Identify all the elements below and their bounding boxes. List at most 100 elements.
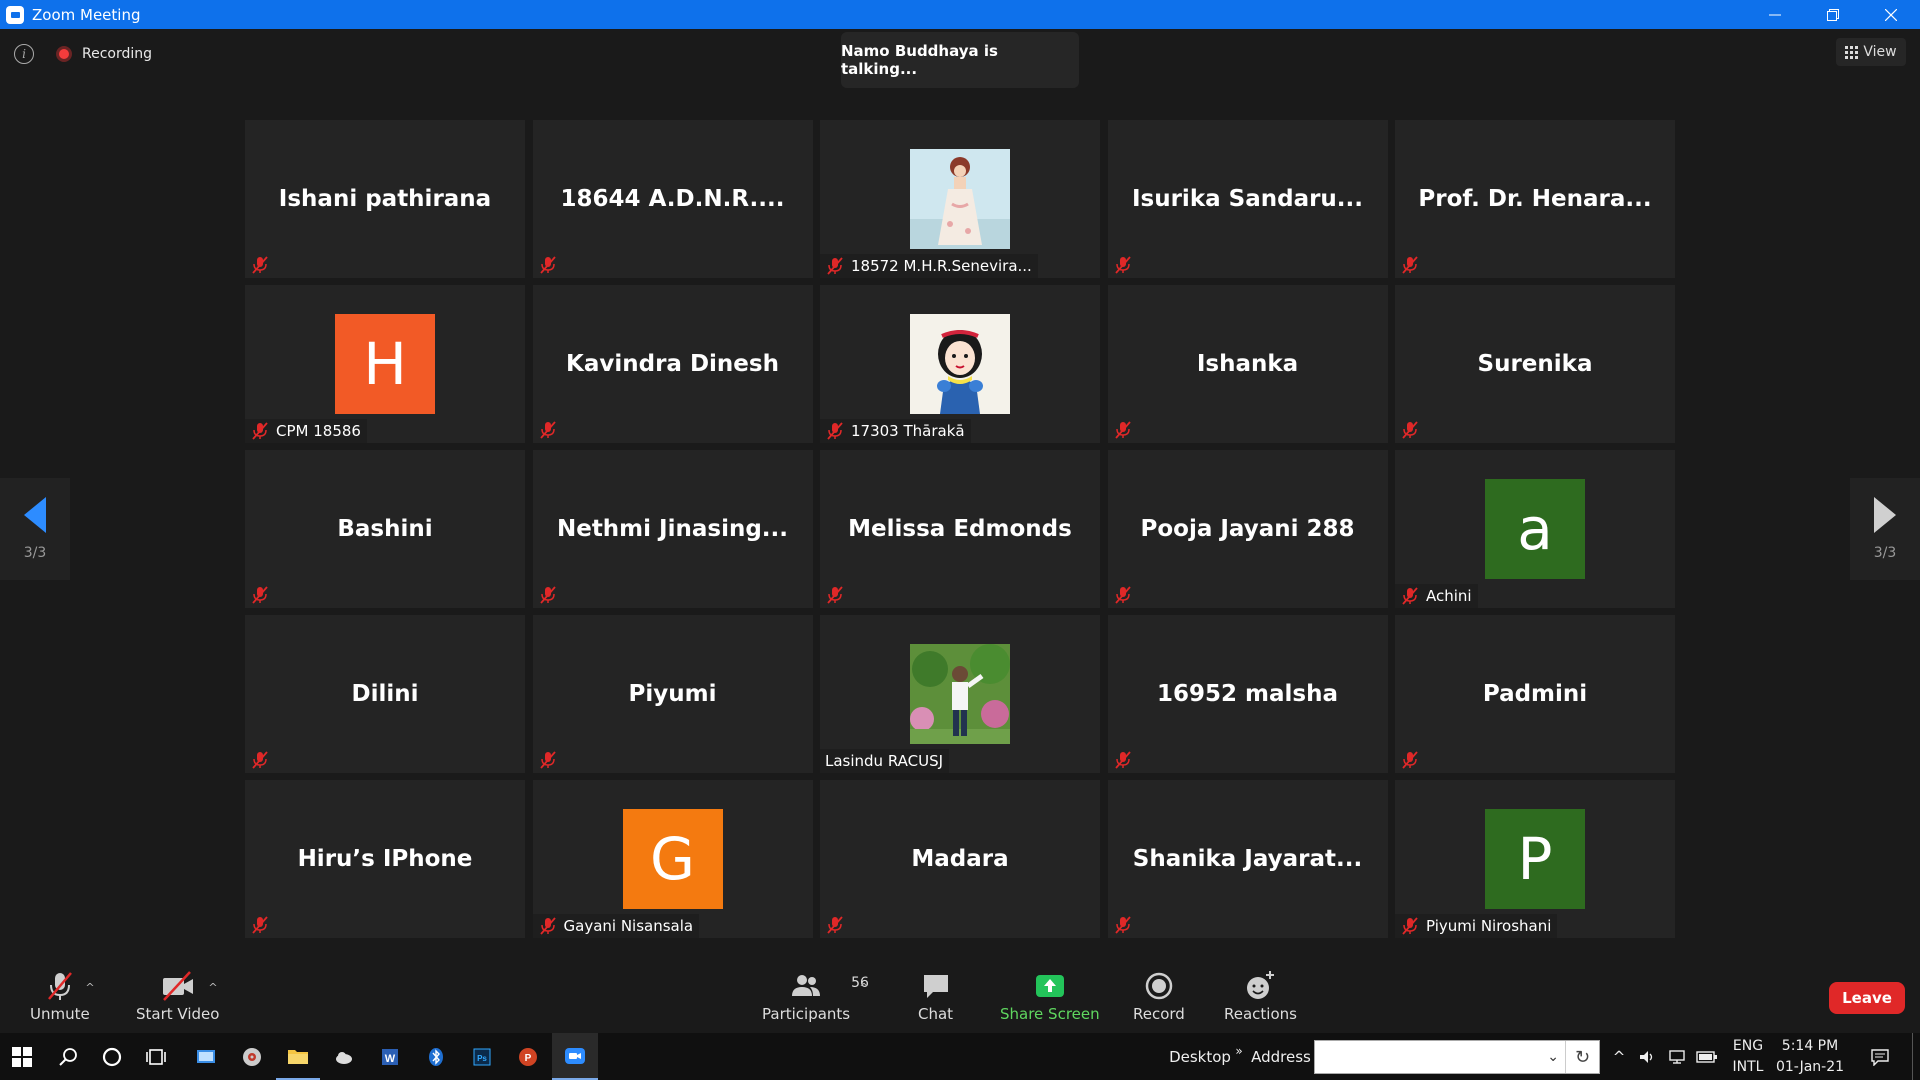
recording-label: Recording	[82, 46, 153, 62]
participant-tile[interactable]: Prof. Dr. Henara...	[1395, 120, 1675, 278]
share-screen-icon	[1035, 975, 1064, 997]
participant-tile[interactable]: 16952 malsha	[1107, 615, 1388, 773]
participant-tile[interactable]: Padmini	[1395, 615, 1675, 773]
address-input[interactable]: ⌄ ↻	[1314, 1040, 1600, 1074]
participant-name: Madara	[911, 846, 1009, 872]
action-center-button[interactable]	[1860, 1033, 1900, 1080]
muted-microphone-icon	[252, 586, 268, 604]
participant-tile[interactable]: P Piyumi Niroshani	[1395, 780, 1675, 938]
participant-name: CPM 18586	[276, 422, 361, 440]
taskbar-app-media[interactable]	[230, 1033, 274, 1080]
battery-icon	[1696, 1050, 1717, 1063]
windows-taskbar: W Ps P Desktop » Address ⌄ ↻ ^ ENG INTL …	[0, 1033, 1920, 1080]
previous-page-button[interactable]: 3/3	[0, 478, 70, 580]
battery-button[interactable]	[1694, 1033, 1720, 1080]
windows-logo-icon	[12, 1046, 32, 1067]
chevron-down-icon[interactable]: ⌄	[1547, 1049, 1559, 1065]
share-screen-button[interactable]: Share Screen	[1000, 969, 1100, 1023]
taskbar-app-bluetooth[interactable]	[414, 1033, 458, 1080]
participant-tile[interactable]: 18572 M.H.R.Senevira...	[820, 120, 1100, 278]
taskbar-clock[interactable]: 5:14 PM 01-Jan-21	[1770, 1036, 1850, 1078]
participant-tile[interactable]: Madara	[820, 780, 1100, 938]
participant-tile[interactable]: Dilini	[245, 615, 525, 773]
start-button[interactable]	[0, 1033, 44, 1080]
arrow-left-icon	[24, 497, 46, 533]
taskbar-app-file-explorer[interactable]	[276, 1033, 320, 1080]
participant-name-tag: 18572 M.H.R.Senevira...	[820, 254, 1038, 278]
minimize-icon	[1769, 14, 1781, 15]
start-video-label: Start Video	[136, 1005, 220, 1023]
participant-name: Dilini	[351, 681, 419, 707]
minimize-button[interactable]	[1746, 0, 1804, 29]
unmute-button[interactable]: Unmute	[30, 969, 90, 1023]
chat-button[interactable]: Chat	[918, 969, 953, 1023]
refresh-icon[interactable]: ↻	[1565, 1041, 1599, 1073]
record-button[interactable]: Record	[1133, 969, 1185, 1023]
taskbar-app-photoshop[interactable]: Ps	[460, 1033, 504, 1080]
address-label: Address	[1251, 1047, 1311, 1066]
leave-button[interactable]: Leave	[1829, 982, 1905, 1014]
participant-tile[interactable]: Isurika Sandaru...	[1107, 120, 1388, 278]
muted-microphone-icon	[1114, 751, 1131, 769]
participant-tile[interactable]: Piyumi	[532, 615, 813, 773]
participant-tile[interactable]: Melissa Edmonds	[820, 450, 1100, 608]
muted-microphone-icon	[539, 751, 556, 769]
network-icon	[1669, 1049, 1685, 1064]
taskbar-app-zoom[interactable]	[552, 1033, 598, 1080]
participant-tile[interactable]: Shanika Jayarat...	[1107, 780, 1388, 938]
participant-tile[interactable]: Pooja Jayani 288	[1107, 450, 1388, 608]
show-hidden-icons-button[interactable]: ^	[1606, 1033, 1632, 1080]
reactions-button[interactable]: Reactions	[1224, 969, 1297, 1023]
volume-button[interactable]	[1634, 1033, 1660, 1080]
participant-name: Gayani Nisansala	[563, 917, 694, 935]
participant-tile[interactable]: G Gayani Nisansala	[532, 780, 813, 938]
task-view-button[interactable]	[134, 1033, 178, 1080]
muted-microphone-icon	[252, 422, 268, 440]
meeting-info-icon[interactable]: i	[14, 44, 34, 64]
svg-text:P: P	[525, 1053, 532, 1064]
page-indicator-right: 3/3	[1873, 545, 1897, 561]
powerpoint-icon: P	[519, 1047, 537, 1066]
network-button[interactable]	[1664, 1033, 1690, 1080]
taskbar-app-weather[interactable]	[322, 1033, 366, 1080]
show-desktop-button[interactable]	[1912, 1033, 1920, 1080]
participant-tile[interactable]: Surenika	[1395, 285, 1675, 443]
taskbar-app-word[interactable]: W	[368, 1033, 412, 1080]
participant-name: Kavindra Dinesh	[566, 351, 779, 377]
restore-button[interactable]	[1804, 0, 1862, 29]
participant-tile[interactable]: Ishani pathirana	[245, 120, 525, 278]
participant-tile[interactable]: H CPM 18586	[245, 285, 525, 443]
photoshop-icon: Ps	[473, 1048, 491, 1065]
cortana-button[interactable]	[90, 1033, 134, 1080]
participants-button[interactable]: 56 Participants	[762, 969, 869, 1023]
participant-tile[interactable]: 18644 A.D.N.R....	[532, 120, 813, 278]
input-language-indicator[interactable]: ENG INTL	[1728, 1036, 1768, 1078]
muted-microphone-icon	[1114, 586, 1131, 604]
chat-bubble-icon	[923, 975, 948, 998]
taskbar-app-control-panel[interactable]	[184, 1033, 228, 1080]
participant-tile[interactable]: a Achini	[1395, 450, 1675, 608]
title-bar: Zoom Meeting	[0, 0, 1920, 29]
participant-tile[interactable]: Lasindu RACUSJ	[820, 615, 1100, 773]
grid-view-icon	[1845, 45, 1859, 59]
desktop-toolbar[interactable]: Desktop	[1166, 1033, 1234, 1080]
toolbar-overflow-chevron[interactable]: »	[1232, 1027, 1246, 1074]
start-video-button[interactable]: Start Video	[136, 969, 219, 1023]
participant-tile[interactable]: Ishanka	[1107, 285, 1388, 443]
cortana-circle-icon	[102, 1047, 122, 1066]
snow-white-photo	[910, 314, 1010, 414]
double-chevron-icon: »	[1235, 1043, 1243, 1058]
participant-tile[interactable]: Kavindra Dinesh	[532, 285, 813, 443]
participant-tile[interactable]: Hiru’s IPhone	[245, 780, 525, 938]
taskbar-search-button[interactable]	[46, 1033, 90, 1080]
reactions-label: Reactions	[1224, 1005, 1297, 1023]
participant-tile[interactable]: Bashini	[245, 450, 525, 608]
svg-text:W: W	[385, 1053, 396, 1065]
taskbar-app-powerpoint[interactable]: P	[506, 1033, 550, 1080]
close-button[interactable]	[1862, 0, 1920, 29]
unmute-label: Unmute	[30, 1005, 90, 1023]
next-page-button[interactable]: 3/3	[1850, 478, 1920, 580]
participant-tile[interactable]: Nethmi Jinasing...	[532, 450, 813, 608]
view-button[interactable]: View	[1836, 38, 1906, 66]
participant-tile[interactable]: 17303 Thārakā	[820, 285, 1100, 443]
